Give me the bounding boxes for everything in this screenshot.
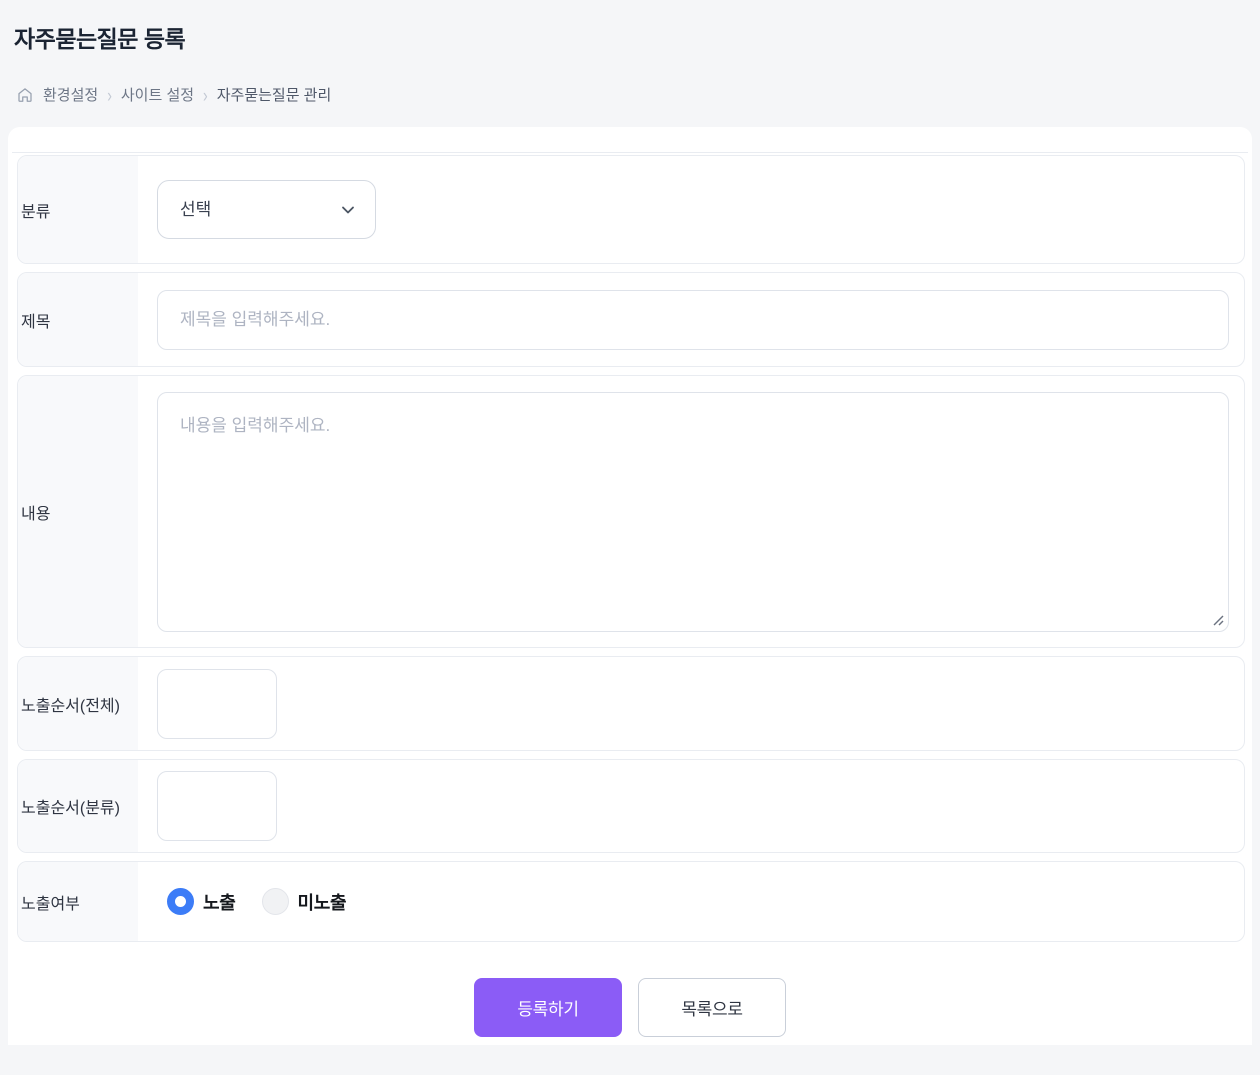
card-top-divider: [12, 127, 1248, 153]
breadcrumb-item-settings[interactable]: 환경설정: [43, 84, 98, 105]
form-row-title: 제목: [17, 272, 1245, 367]
page-header: 자주묻는질문 등록 환경설정 › 사이트 설정 › 자주묻는질문 관리: [0, 0, 1260, 105]
faq-form-card: 분류 선택 제목: [8, 127, 1252, 1045]
form-actions: 등록하기 목록으로: [8, 978, 1252, 1037]
chevron-right-icon: ›: [203, 83, 208, 105]
breadcrumb-item-site-settings[interactable]: 사이트 설정: [121, 84, 194, 105]
form-row-visibility: 노출여부 노출 미노출: [17, 861, 1245, 942]
visibility-show-label[interactable]: 노출: [203, 889, 236, 915]
visibility-radio-hide[interactable]: [262, 888, 289, 915]
content-textarea[interactable]: [157, 392, 1229, 632]
category-label: 분류: [18, 156, 138, 263]
order-category-input[interactable]: [157, 771, 277, 841]
content-label: 내용: [18, 376, 138, 647]
page-title: 자주묻는질문 등록: [14, 20, 1246, 54]
resize-handle-icon[interactable]: [1211, 613, 1224, 626]
visibility-hide-label[interactable]: 미노출: [298, 889, 347, 915]
breadcrumb-item-faq-management[interactable]: 자주묻는질문 관리: [217, 84, 332, 105]
visibility-radio-group: 노출 미노출: [157, 888, 346, 915]
order-all-label: 노출순서(전체): [18, 657, 138, 750]
home-icon[interactable]: [16, 86, 34, 104]
visibility-option-hide[interactable]: 미노출: [262, 888, 347, 915]
title-input[interactable]: [157, 290, 1229, 350]
chevron-right-icon: ›: [107, 83, 112, 105]
visibility-radio-show[interactable]: [167, 888, 194, 915]
breadcrumb: 환경설정 › 사이트 설정 › 자주묻는질문 관리: [16, 84, 1246, 105]
form-row-order-category: 노출순서(분류): [17, 759, 1245, 853]
visibility-label: 노출여부: [18, 862, 138, 941]
form-row-category: 분류 선택: [17, 155, 1245, 264]
back-to-list-button[interactable]: 목록으로: [638, 978, 786, 1037]
category-select[interactable]: 선택: [157, 180, 376, 239]
submit-button[interactable]: 등록하기: [474, 978, 622, 1037]
form-row-order-all: 노출순서(전체): [17, 656, 1245, 751]
form-row-content: 내용: [17, 375, 1245, 648]
visibility-option-show[interactable]: 노출: [167, 888, 236, 915]
title-label: 제목: [18, 273, 138, 366]
order-all-input[interactable]: [157, 669, 277, 739]
order-category-label: 노출순서(분류): [18, 760, 138, 852]
